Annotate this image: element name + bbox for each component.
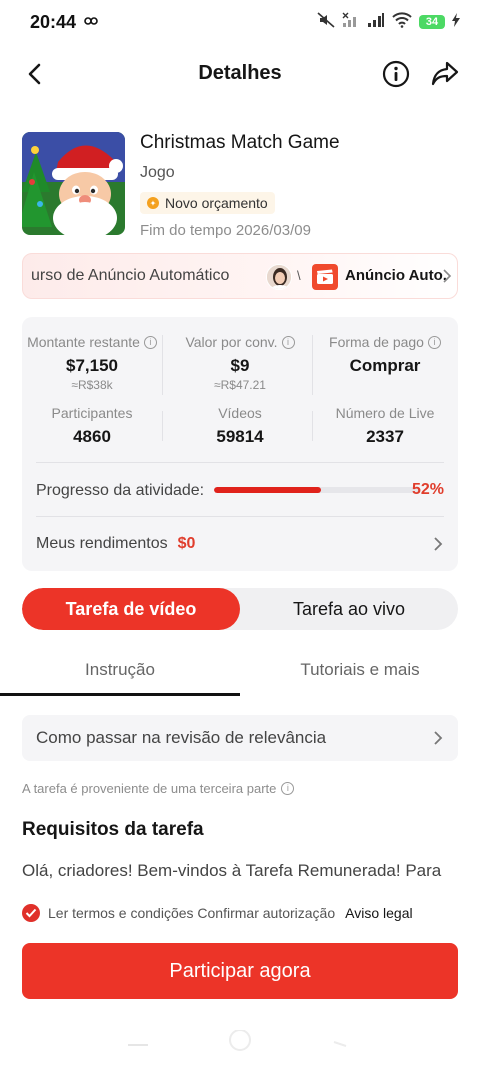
- text-fade: [0, 880, 480, 902]
- stat-participants-value: 4860: [73, 427, 111, 446]
- stat-videos: Vídeos 59814: [170, 405, 310, 447]
- stat-live-label: Número de Live: [335, 405, 435, 421]
- chevron-right-icon: [443, 269, 452, 283]
- stat-videos-label: Vídeos: [218, 405, 262, 421]
- terms-row: Ler termos e condições Confirmar autoriz…: [22, 900, 462, 926]
- tab-instruction[interactable]: Instrução: [0, 648, 240, 696]
- top-nav-bar: Detalhes: [0, 48, 480, 100]
- my-earnings-row[interactable]: Meus rendimentos $0: [36, 525, 444, 563]
- status-icons: 34: [317, 11, 460, 33]
- budget-badge: ✦ Novo orçamento: [140, 192, 275, 214]
- info-icon: [382, 60, 410, 88]
- game-header: Christmas Match Game Jogo ✦ Novo orçamen…: [22, 132, 462, 240]
- stat-participants-label: Participantes: [51, 405, 133, 421]
- coin-icon: ✦: [147, 197, 159, 209]
- stat-per-conv-label: Valor por conv.: [185, 334, 278, 350]
- stat-remaining: Montante restante i $7,150 ≈R$38k: [22, 334, 162, 392]
- santa-image: [22, 132, 125, 235]
- relevance-review-label: Como passar na revisão de relevância: [36, 728, 327, 747]
- third-party-note-text: A tarefa é proveniente de uma terceira p…: [22, 781, 277, 796]
- checkmark-icon: [25, 908, 37, 918]
- divider: [162, 335, 163, 395]
- link-icon: [84, 14, 98, 31]
- earnings-label: Meus rendimentos: [36, 535, 168, 552]
- stat-remaining-sub: ≈R$38k: [71, 378, 113, 392]
- divider: [312, 411, 313, 441]
- stat-per-conv-value: $9: [230, 356, 250, 375]
- info-icon[interactable]: i: [143, 335, 157, 349]
- end-time: Fim do tempo 2026/03/09: [140, 222, 311, 239]
- instruction-tabs: Instrução Tutoriais e mais: [0, 648, 480, 696]
- status-time: 20:44: [30, 11, 77, 32]
- clapperboard-icon: [312, 264, 338, 290]
- info-icon[interactable]: i: [281, 335, 295, 349]
- share-icon: [431, 61, 459, 86]
- tab-video-task[interactable]: Tarefa de vídeo: [22, 588, 240, 630]
- back-nav-icon[interactable]: [333, 1041, 347, 1047]
- activity-progress-fill: [214, 487, 322, 493]
- relevance-review-link[interactable]: Como passar na revisão de relevância: [22, 715, 458, 761]
- status-bar: 20:44 34: [0, 0, 480, 44]
- stat-remaining-label: Montante restante: [27, 334, 140, 350]
- stat-per-conv: Valor por conv. i $9 ≈R$47.21: [170, 334, 310, 392]
- mute-icon: [317, 11, 335, 33]
- info-button[interactable]: [380, 58, 412, 90]
- divider: [36, 462, 444, 463]
- game-title: Christmas Match Game: [140, 132, 340, 153]
- stats-card: Montante restante i $7,150 ≈R$38k Valor p…: [22, 317, 458, 571]
- terms-text[interactable]: Ler termos e condições Confirmar autoriz…: [48, 905, 335, 921]
- chevron-right-icon: [434, 731, 443, 745]
- game-thumbnail[interactable]: [22, 132, 125, 235]
- stat-per-conv-sub: ≈R$47.21: [214, 378, 266, 392]
- stat-payment-value: Comprar: [349, 356, 421, 375]
- tab-tutorials[interactable]: Tutoriais e mais: [240, 648, 480, 696]
- home-icon[interactable]: [229, 1029, 251, 1051]
- divider: [162, 411, 163, 441]
- system-nav-bar: [0, 1029, 480, 1060]
- auto-ad-banner[interactable]: urso de Anúncio Automático \ Anúncio Aut…: [22, 253, 458, 299]
- share-button[interactable]: [428, 58, 462, 90]
- stat-videos-value: 59814: [216, 427, 264, 446]
- stat-participants: Participantes 4860: [22, 405, 162, 447]
- legal-notice-link[interactable]: Aviso legal: [345, 905, 412, 921]
- participate-button[interactable]: Participar agora: [22, 943, 458, 999]
- signal-off-icon: [342, 12, 360, 33]
- activity-progress-bar: [214, 487, 420, 493]
- divider: [36, 516, 444, 517]
- task-type-toggle: Tarefa de vídeo Tarefa ao vivo: [22, 588, 458, 630]
- requirements-body: Olá, criadores! Bem-vindos à Tarefa Remu…: [22, 861, 442, 880]
- stat-live-value: 2337: [366, 427, 404, 446]
- requirements-title: Requisitos da tarefa: [22, 819, 204, 840]
- wifi-icon: [392, 11, 412, 33]
- divider: [312, 335, 313, 395]
- stat-payment: Forma de pago i Comprar: [315, 334, 455, 376]
- earnings-value: $0: [177, 535, 196, 552]
- ad-course-text: urso de Anúncio Automático: [31, 267, 230, 284]
- tab-live-task[interactable]: Tarefa ao vivo: [240, 588, 458, 630]
- stat-live: Número de Live 2337: [315, 405, 455, 447]
- battery-indicator: 34: [419, 15, 445, 29]
- recents-icon[interactable]: [128, 1044, 148, 1046]
- info-icon[interactable]: i: [427, 335, 441, 349]
- ad-separator: \: [297, 268, 301, 283]
- terms-checkbox[interactable]: [22, 904, 40, 922]
- charging-icon: [452, 12, 460, 32]
- chevron-right-icon: [434, 537, 443, 551]
- stat-payment-label: Forma de pago: [329, 334, 424, 350]
- signal-icon: [367, 12, 385, 33]
- stat-remaining-value: $7,150: [66, 356, 118, 375]
- game-category: Jogo: [140, 164, 175, 181]
- avatar: [266, 264, 292, 290]
- budget-badge-label: Novo orçamento: [165, 195, 268, 211]
- ad-auto-label: Anúncio Auto.: [345, 267, 447, 284]
- third-party-note: A tarefa é proveniente de uma terceira p…: [22, 781, 295, 796]
- progress-label: Progresso da atividade:: [36, 482, 205, 499]
- info-icon[interactable]: i: [281, 782, 295, 795]
- progress-percent: 52%: [411, 481, 444, 498]
